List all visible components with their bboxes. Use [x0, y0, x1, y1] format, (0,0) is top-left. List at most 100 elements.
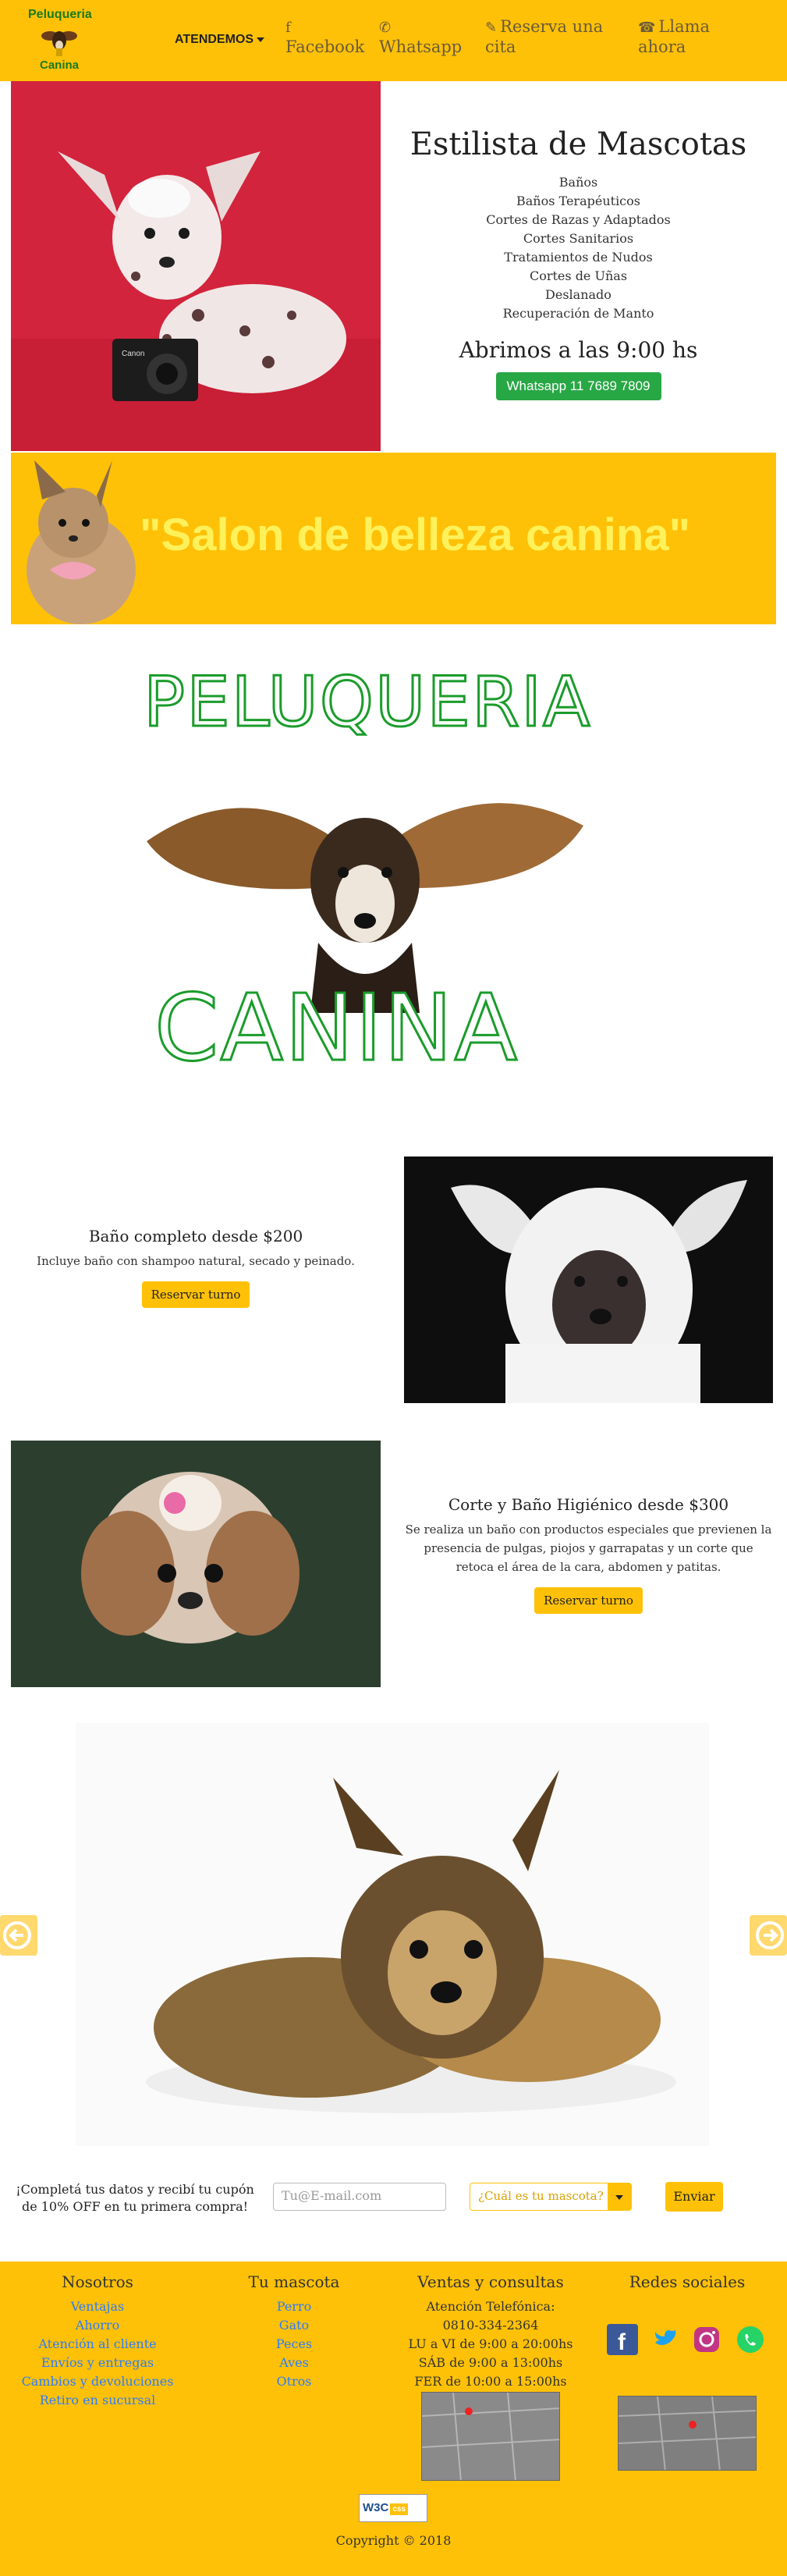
footer-link[interactable]: Gato: [204, 2316, 384, 2335]
email-input[interactable]: Tu@E-mail.com: [273, 2183, 446, 2211]
footer-link[interactable]: Cambios y devoluciones: [11, 2372, 184, 2391]
map-image: [619, 2397, 756, 2470]
reserva-label: Reserva una cita: [485, 17, 604, 56]
arrow-right-icon: [756, 1921, 784, 1949]
arrow-left-icon: [3, 1921, 31, 1949]
map-image: [422, 2393, 559, 2480]
atendemos-dropdown[interactable]: ATENDEMOS: [175, 33, 265, 47]
service-description: Se realiza un baño con productos especia…: [405, 1523, 772, 1574]
instagram-icon[interactable]: [691, 2324, 722, 2355]
whatsapp-link[interactable]: ✆ Whatsapp: [379, 17, 462, 57]
footer-link[interactable]: Peces: [204, 2335, 384, 2354]
navbar: Peluqueria Canina ATENDEMOS f Facebook ✆…: [0, 0, 787, 81]
footer-link[interactable]: Otros: [204, 2372, 384, 2391]
map-thumbnail[interactable]: [421, 2392, 560, 2481]
whatsapp-social-icon[interactable]: [735, 2324, 766, 2355]
service-item: Cortes de Razas y Adaptados: [486, 212, 671, 227]
logo-text-top: Peluqueria: [28, 8, 92, 21]
map-thumbnail[interactable]: [618, 2396, 757, 2471]
salon-banner: "Salon de belleza canina": [11, 453, 776, 624]
facebook-label: Facebook: [285, 37, 365, 56]
hero-title: Estilista de Mascotas: [409, 126, 747, 162]
service-item: Cortes Sanitarios: [523, 231, 634, 246]
footer-link[interactable]: Perro: [204, 2297, 384, 2316]
footer-col-mascota: Tu mascota Perro Gato Peces Aves Otros: [204, 2262, 384, 2391]
service-item: Recuperación de Manto: [502, 306, 654, 321]
reserva-link[interactable]: ✎ Reserva una cita: [485, 17, 618, 57]
footer-link[interactable]: Ventajas: [11, 2297, 184, 2316]
newsletter-text: ¡Completá tus datos y recibí tu cupón de…: [16, 2182, 254, 2214]
reservar-turno-button[interactable]: Reservar turno: [534, 1587, 643, 1614]
pet-select[interactable]: ¿Cuál es tu mascota?: [470, 2183, 632, 2211]
css-label: css: [390, 2503, 409, 2515]
yorkie-lying-image: [76, 1723, 709, 2146]
carousel-slide: [76, 1723, 709, 2146]
footer-link[interactable]: Retiro en sucursal: [11, 2391, 184, 2410]
svg-text:f: f: [618, 2329, 626, 2355]
footer-text: LU a VI de 9:00 a 20:00hs: [408, 2336, 573, 2351]
llama-link[interactable]: ☎ Llama ahora: [638, 17, 724, 57]
footer-text: FER de 10:00 a 15:00hs: [414, 2374, 567, 2389]
banner-text: "Salon de belleza canina": [140, 510, 691, 560]
carousel-prev-button[interactable]: [0, 1915, 37, 1956]
service-item: Baños: [558, 175, 598, 190]
camera-brand-text: Canon: [122, 350, 144, 358]
enviar-button[interactable]: Enviar: [665, 2182, 723, 2212]
opening-hours: Abrimos a las 9:00 hs: [459, 337, 698, 363]
footer-col-redes: Redes sociales: [599, 2262, 775, 2291]
reservar-turno-button[interactable]: Reservar turno: [141, 1281, 250, 1308]
facebook-icon[interactable]: f: [607, 2324, 638, 2355]
w3c-label: W3C: [363, 2501, 389, 2514]
footer-link[interactable]: Atención al cliente: [11, 2335, 184, 2354]
whatsapp-icon: ✆: [379, 20, 392, 36]
service-photo-bano: [404, 1157, 773, 1403]
service-description: Incluye baño con shampoo natural, secado…: [37, 1254, 355, 1268]
phone-icon: ☎: [638, 20, 656, 36]
service-card-corte: Corte y Baño Higiénico desde $300 Se rea…: [404, 1495, 773, 1614]
footer-link[interactable]: Ahorro: [11, 2316, 184, 2335]
footer-heading: Nosotros: [62, 2272, 133, 2291]
logo-word-canina: CANINA: [153, 973, 519, 1083]
footer-heading: Ventas y consultas: [417, 2272, 564, 2291]
footer-link[interactable]: Aves: [204, 2354, 384, 2372]
whatsapp-label: Whatsapp: [379, 37, 463, 56]
copyright: Copyright © 2018: [335, 2533, 452, 2548]
dropdown-toggle[interactable]: [608, 2183, 631, 2210]
service-item: Deslanado: [545, 287, 612, 302]
whatsapp-button[interactable]: Whatsapp 11 7689 7809: [495, 372, 661, 400]
logo-word-peluqueria: PELUQUERIA: [142, 661, 592, 744]
facebook-link[interactable]: f Facebook: [285, 17, 364, 57]
service-list: Baños Baños Terapéuticos Cortes de Razas…: [381, 173, 776, 323]
footer-text: Atención Telefónica:: [426, 2299, 555, 2314]
footer-heading: Redes sociales: [629, 2272, 746, 2291]
crested-dog-image: Canon: [11, 81, 381, 451]
pencil-icon: ✎: [485, 20, 498, 36]
carousel-next-button[interactable]: [750, 1915, 787, 1956]
pet-select-label: ¿Cuál es tu mascota?: [478, 2189, 604, 2203]
footer-col-nosotros: Nosotros Ventajas Ahorro Atención al cli…: [11, 2262, 184, 2410]
logo-dog-icon: [41, 31, 77, 56]
facebook-icon: f: [285, 20, 291, 36]
footer-col-ventas: Ventas y consultas Atención Telefónica: …: [404, 2262, 577, 2391]
caret-down-icon: [615, 2195, 623, 2200]
twitter-icon[interactable]: [651, 2324, 682, 2355]
basset-hound-image: [147, 803, 583, 1013]
footer-heading: Tu mascota: [248, 2272, 340, 2291]
yorkie-banner-image: [27, 460, 136, 624]
service-title: Baño completo desde $200: [88, 1227, 303, 1245]
footer-text: SÁB de 9:00 a 13:00hs: [418, 2355, 563, 2370]
service-title: Corte y Baño Higiénico desde $300: [448, 1495, 729, 1514]
footer-link[interactable]: Envíos y entregas: [11, 2354, 184, 2372]
service-item: Tratamientos de Nudos: [504, 250, 653, 265]
brand-logo[interactable]: Peluqueria Canina: [28, 8, 92, 73]
peluqueria-canina-logo: PELUQUERIA CANINA: [139, 661, 592, 1127]
crested-dog-portrait: [404, 1157, 773, 1403]
logo-text-bottom: Canina: [39, 59, 79, 72]
service-photo-corte: [11, 1441, 381, 1687]
shih-tzu-image: [11, 1441, 381, 1687]
hero-info-panel: Estilista de Mascotas Baños Baños Terapé…: [381, 81, 776, 451]
service-item: Cortes de Uñas: [529, 268, 628, 283]
phone-number: 0810-334-2364: [442, 2318, 539, 2333]
w3c-css-badge[interactable]: W3C css: [359, 2494, 427, 2522]
service-item: Baños Terapéuticos: [516, 194, 640, 208]
